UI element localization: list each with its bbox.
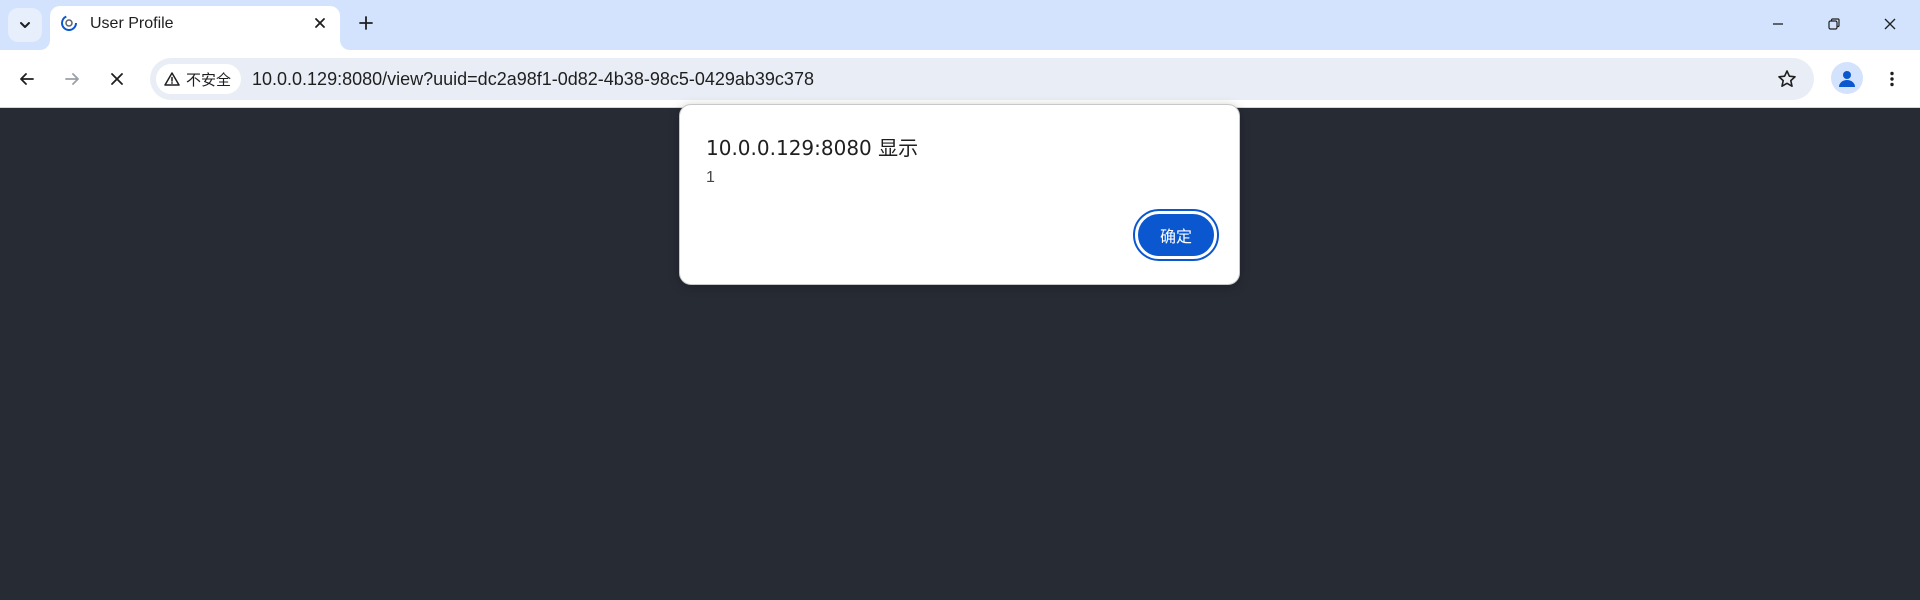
close-icon bbox=[315, 18, 325, 28]
close-icon bbox=[111, 73, 123, 85]
url-text[interactable]: 10.0.0.129:8080/view?uuid=dc2a98f1-0d82-… bbox=[252, 69, 814, 90]
stop-loading-button[interactable] bbox=[99, 61, 135, 97]
warning-triangle-icon bbox=[164, 72, 180, 86]
tab-strip: User Profile bbox=[0, 0, 1920, 50]
security-label: 不安全 bbox=[186, 70, 232, 89]
minimize-icon bbox=[1773, 23, 1783, 25]
loading-globe-icon bbox=[61, 15, 77, 31]
star-icon bbox=[1778, 70, 1796, 87]
dialog-message: 1 bbox=[706, 169, 715, 186]
dialog-title: 10.0.0.129:8080 显示 bbox=[706, 136, 919, 160]
ok-button[interactable]: 确定 bbox=[1133, 209, 1219, 261]
restore-button[interactable] bbox=[1806, 0, 1862, 48]
tab-search-button[interactable] bbox=[8, 8, 42, 42]
vertical-dots-icon bbox=[1890, 71, 1894, 87]
arrow-right-icon bbox=[65, 73, 79, 85]
browser-toolbar: 不安全 10.0.0.129:8080/view?uuid=dc2a98f1-0… bbox=[0, 50, 1920, 108]
back-button[interactable] bbox=[9, 61, 45, 97]
arrow-left-icon bbox=[20, 73, 34, 85]
plus-icon bbox=[359, 16, 373, 30]
restore-icon bbox=[1828, 18, 1840, 30]
forward-button[interactable] bbox=[54, 61, 90, 97]
profile-button[interactable] bbox=[1831, 62, 1863, 94]
chevron-down-icon bbox=[20, 22, 30, 28]
person-icon bbox=[1839, 71, 1855, 87]
new-tab-button[interactable] bbox=[352, 9, 380, 37]
tab-title: User Profile bbox=[90, 15, 174, 32]
window-close-button[interactable] bbox=[1862, 0, 1918, 48]
address-bar[interactable]: 不安全 10.0.0.129:8080/view?uuid=dc2a98f1-0… bbox=[150, 58, 1814, 100]
tab-close-button[interactable] bbox=[308, 11, 332, 35]
alert-dialog: 10.0.0.129:8080 显示 1 确定 bbox=[679, 104, 1240, 285]
close-icon bbox=[1884, 18, 1896, 30]
security-indicator[interactable]: 不安全 bbox=[156, 64, 242, 94]
browser-menu-button[interactable] bbox=[1874, 61, 1910, 97]
active-tab[interactable]: User Profile bbox=[50, 6, 340, 50]
bookmark-button[interactable] bbox=[1770, 62, 1804, 96]
minimize-button[interactable] bbox=[1750, 0, 1806, 48]
